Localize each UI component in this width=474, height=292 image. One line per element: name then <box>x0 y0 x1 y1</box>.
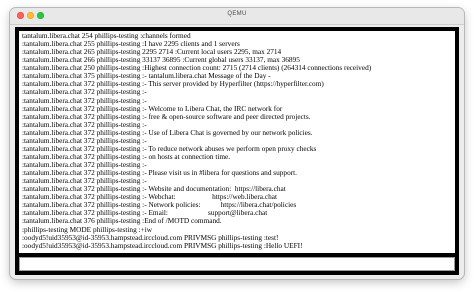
irc-log-line: :tantalum.libera.chat 372 phillips-testi… <box>22 96 147 105</box>
irc-log-line: :tantalum.libera.chat 372 phillips-testi… <box>22 136 147 145</box>
irc-log-line: :tantalum.libera.chat 372 phillips-testi… <box>22 201 297 210</box>
irc-log-line: :tantalum.libera.chat 372 phillips-testi… <box>22 193 278 202</box>
window-title: QEMU <box>227 11 247 17</box>
qemu-window: QEMU tantalum.libera.chat 254 phillips-t… <box>10 8 464 279</box>
irc-log-line: :tantalum.libera.chat 372 phillips-testi… <box>22 120 147 129</box>
irc-log-line: :tantalum.libera.chat 250 phillips-testi… <box>22 64 372 73</box>
irc-log-line: :tantalum.libera.chat 255 phillips-testi… <box>22 40 240 49</box>
irc-log-line: :tantalum.libera.chat 372 phillips-testi… <box>22 104 283 113</box>
irc-log-line: tantalum.libera.chat 254 phillips-testin… <box>22 32 191 40</box>
irc-log-line: :tantalum.libera.chat 376 phillips-testi… <box>22 217 222 226</box>
title-bar[interactable]: QEMU <box>10 8 464 25</box>
irc-log-line: :tantalum.libera.chat 372 phillips-testi… <box>22 185 286 194</box>
irc-log-line: :tantalum.libera.chat 372 phillips-testi… <box>22 177 147 186</box>
irc-log-line: :tantalum.libera.chat 372 phillips-testi… <box>22 161 147 169</box>
irc-log-line: :tantalum.libera.chat 265 phillips-testi… <box>22 48 282 57</box>
irc-log-line: :tantalum.libera.chat 372 phillips-testi… <box>22 209 268 218</box>
irc-log-line: :tantalum.libera.chat 372 phillips-testi… <box>22 112 311 121</box>
irc-log-line: :tantalum.libera.chat 266 phillips-testi… <box>22 56 300 65</box>
irc-log-line: :tantalum.libera.chat 372 phillips-testi… <box>22 80 324 89</box>
irc-log-line: :oodyd5!uid35953@id-35953.hampstead.ircc… <box>22 233 279 242</box>
irc-log-line: :tantalum.libera.chat 375 phillips-testi… <box>22 72 271 81</box>
irc-message-log[interactable]: tantalum.libera.chat 254 phillips-testin… <box>19 31 455 253</box>
irc-message-input[interactable] <box>19 257 455 271</box>
irc-log-line: :tantalum.libera.chat 372 phillips-testi… <box>22 88 147 97</box>
irc-log-line: :tantalum.libera.chat 372 phillips-testi… <box>22 152 231 161</box>
irc-client-screen: tantalum.libera.chat 254 phillips-testin… <box>15 27 459 275</box>
irc-log-line: :oodyd5!uid35953@id-35953.hampstead.ircc… <box>22 241 303 250</box>
irc-log-line: :tantalum.libera.chat 372 phillips-testi… <box>22 144 317 153</box>
irc-log-line: :phillips-testing MODE phillips-testing … <box>22 225 152 234</box>
irc-log-line: :tantalum.libera.chat 372 phillips-testi… <box>22 128 313 137</box>
irc-log-line: :tantalum.libera.chat 372 phillips-testi… <box>22 169 298 178</box>
